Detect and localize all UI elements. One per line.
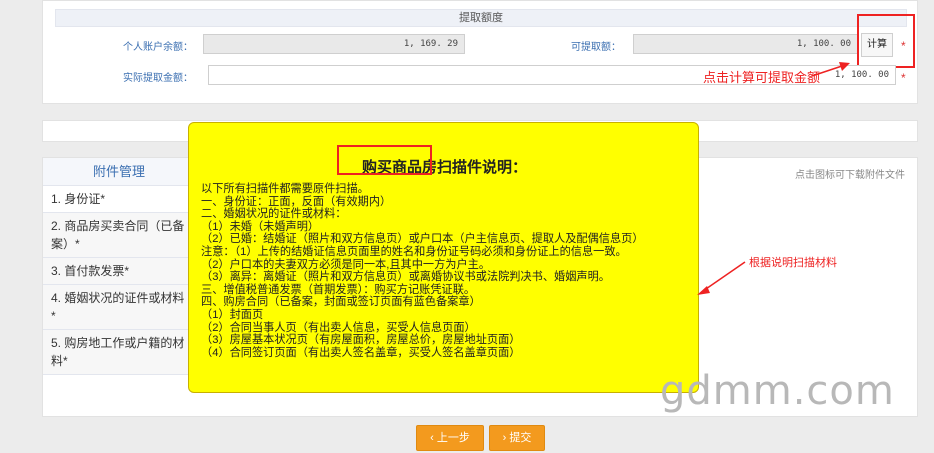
instruction-line: 一、身份证：正面，反面（有效期内） <box>201 195 392 208</box>
personal-balance-label: 个人账户余额： <box>123 42 193 53</box>
actual-amount-label: 实际提取金额： <box>123 73 193 84</box>
instruction-line: （1）未婚（未婚声明） <box>201 220 320 233</box>
calc-note: 点击计算可提取金额 <box>703 70 821 85</box>
available-amount-field: 1, 100. 00 <box>633 34 858 54</box>
instruction-line: （2）户口本的夫妻双方必须是同一本,且其中一方为户主。 <box>201 258 491 271</box>
required-star: * <box>901 71 906 85</box>
scan-instructions-box: 购买商品房扫描件说明： 以下所有扫描件都需要原件扫描。 一、身份证：正面，反面（… <box>188 122 699 393</box>
submit-button[interactable]: › 提交 <box>489 425 545 451</box>
calculate-highlight-box <box>857 14 915 68</box>
instruction-line: 四、购房合同（已备案，封面或签订页面有蓝色备案章） <box>201 296 481 309</box>
available-amount-label: 可提取额： <box>571 42 621 53</box>
download-hint: 点击图标可下载附件文件 <box>795 170 905 181</box>
attachment-item-invoice[interactable]: 3. 首付款发票* <box>43 258 196 285</box>
chevron-left-icon: ‹ <box>430 432 437 444</box>
attachment-item-contract[interactable]: 2. 商品房买卖合同（已备案）* <box>43 213 196 258</box>
attachment-title: 附件管理 <box>43 158 196 186</box>
withdraw-section-title: 提取额度 <box>55 9 907 27</box>
instruction-line: 注意：（1）上传的结婚证信息页面里的姓名和身份证号码必须和身份证上的信息一致。 <box>201 245 627 258</box>
instruction-line: 三、增值税普通发票（首期发票）：购买方记账凭证联。 <box>201 283 476 296</box>
attachment-list: 1. 身份证* 2. 商品房买卖合同（已备案）* 3. 首付款发票* 4. 婚姻… <box>43 186 196 375</box>
withdraw-panel: 提取额度 个人账户余额： 1, 169. 29 可提取额： 1, 100. 00… <box>42 0 918 104</box>
instruction-line: （1）封面页 <box>201 308 264 321</box>
instruction-line: （2）已婚：结婚证（照片和双方信息页）或户口本（户主信息页、提取人及配偶信息页） <box>201 233 644 246</box>
scan-note: 根据说明扫描材料 <box>749 257 837 269</box>
instruction-line: （3）离异：离婚证（照片和双方信息页）或离婚协议书或法院判决书、婚姻声明。 <box>201 271 610 284</box>
title-highlight-box <box>337 145 432 175</box>
instructions-title: 购买商品房扫描件说明： <box>361 159 527 176</box>
instruction-line: 二、婚姻状况的证件或材料： <box>201 208 347 221</box>
personal-balance-field: 1, 169. 29 <box>203 34 465 54</box>
instruction-line: （2）合同当事人页（有出卖人信息，买受人信息页面） <box>201 321 476 334</box>
attachment-item-id-card[interactable]: 1. 身份证* <box>43 186 196 213</box>
instruction-line: 以下所有扫描件都需要原件扫描。 <box>201 183 369 195</box>
attachment-item-work-residence[interactable]: 5. 购房地工作或户籍的材料* <box>43 330 196 375</box>
attachment-item-marital[interactable]: 4. 婚姻状况的证件或材料* <box>43 285 196 330</box>
instruction-line: （4）合同签订页面（有出卖人签名盖章，买受人签名盖章页面） <box>201 346 521 359</box>
prev-step-button[interactable]: ‹ 上一步 <box>416 425 484 451</box>
instruction-line: （3）房屋基本状况页（有房屋面积，房屋总价，房屋地址页面） <box>201 334 521 347</box>
watermark: gdmm.com <box>660 368 895 414</box>
